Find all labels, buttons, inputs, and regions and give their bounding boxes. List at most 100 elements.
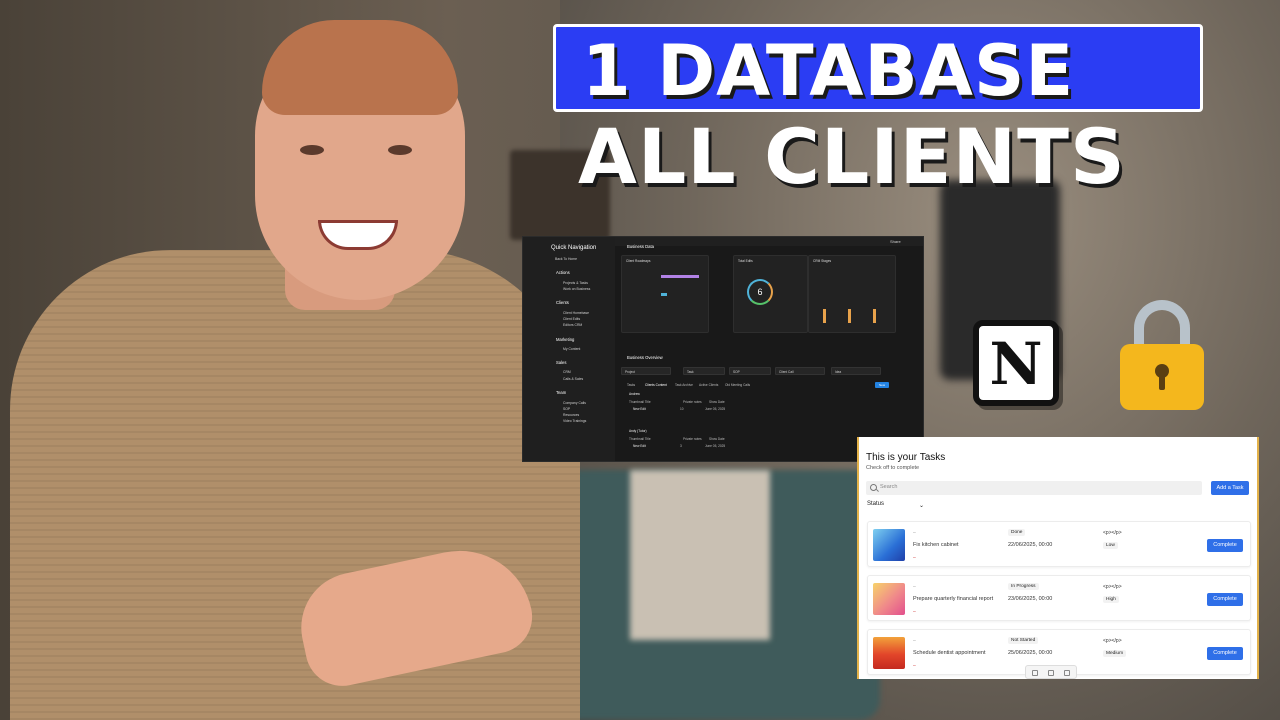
- task-dash-2: –: [913, 609, 916, 615]
- roadmap-bar-2: [661, 293, 667, 296]
- nav-item-calls-sales[interactable]: Calls & Sales: [563, 377, 583, 381]
- nav-item-work-business[interactable]: Work on Business: [563, 287, 590, 291]
- crm-bar-3: [873, 309, 876, 323]
- tasks-panel: This is your Tasks Check off to complete…: [857, 437, 1259, 679]
- total-edits-title: Total Edits: [738, 259, 753, 263]
- search-input[interactable]: Search: [866, 481, 1202, 495]
- share-button[interactable]: Share: [890, 239, 901, 244]
- task-date: 23/06/2025, 00:00: [1008, 596, 1053, 602]
- nav-item-client-edits[interactable]: Client Edits: [563, 317, 580, 321]
- row-count-2: 3: [680, 444, 682, 448]
- nav-item-company-calls[interactable]: Company Calls: [563, 401, 586, 405]
- task-date: 22/06/2025, 00:00: [1008, 542, 1053, 548]
- lock-keyhole-slot: [1159, 374, 1165, 390]
- notion-logo-letter: N: [989, 330, 1043, 398]
- search-icon: [870, 484, 877, 491]
- nav-item-editors-crm[interactable]: Editors CRM: [563, 323, 582, 327]
- nav-item-sop[interactable]: SOP: [563, 407, 570, 411]
- task-thumbnail: [873, 637, 905, 669]
- task-dash-2: –: [913, 663, 916, 669]
- crm-stages-title: CRM Stages: [813, 259, 832, 263]
- quick-sop-button[interactable]: SOP: [729, 367, 771, 375]
- view-tab-clients-content[interactable]: Clients Content: [645, 383, 667, 387]
- task-dash-2: –: [913, 555, 916, 561]
- back-home-link[interactable]: Back To Home: [555, 257, 577, 261]
- task-status-badge: Not Started: [1008, 637, 1039, 644]
- task-card[interactable]: – Fix kitchen cabinet – Done 22/06/2025,…: [867, 521, 1251, 567]
- complete-button[interactable]: Complete: [1207, 593, 1243, 606]
- total-edits-ring: 6: [747, 279, 773, 305]
- presenter-eye-right: [388, 145, 412, 155]
- status-filter-label: Status: [867, 501, 885, 507]
- view-tab-tasks[interactable]: Tasks: [627, 383, 635, 387]
- nav-section-clients: Clients: [556, 300, 569, 305]
- view-tab-task-archive[interactable]: Task Archive: [675, 383, 693, 387]
- task-name: Fix kitchen cabinet: [913, 542, 959, 548]
- chevron-down-icon: ⌄: [919, 503, 925, 509]
- client-roadmaps-title: Client Roadmaps: [626, 259, 651, 263]
- tasks-subtitle: Check off to complete: [866, 465, 920, 471]
- add-task-button[interactable]: Add a Task: [1211, 481, 1249, 495]
- background-frame: [630, 470, 770, 640]
- task-date: 25/06/2025, 00:00: [1008, 650, 1053, 656]
- desktop-view-icon[interactable]: [1032, 670, 1038, 676]
- task-priority-badge: High: [1103, 596, 1119, 603]
- task-dash: –: [913, 530, 916, 536]
- status-filter-select[interactable]: Status ⌄: [867, 501, 927, 514]
- nav-section-sales: Sales: [556, 360, 567, 365]
- presenter-hair: [262, 20, 458, 115]
- task-thumbnail: [873, 529, 905, 561]
- quick-project-button[interactable]: Project: [621, 367, 671, 375]
- group-andy[interactable]: Andy (Tutor): [629, 429, 647, 433]
- row-new-edit-2[interactable]: New Edit: [633, 444, 646, 448]
- task-name: Schedule dentist appointment: [913, 650, 986, 656]
- col-private-notes-2: Private notes: [683, 437, 702, 441]
- quick-task-button[interactable]: Task: [683, 367, 725, 375]
- row-date-2: June 05, 2025: [705, 444, 726, 448]
- task-name: Prepare quarterly financial report: [913, 596, 994, 602]
- complete-button[interactable]: Complete: [1207, 539, 1243, 552]
- device-view-switcher[interactable]: [1025, 665, 1077, 679]
- task-status-badge: Done: [1008, 529, 1026, 536]
- nav-section-marketing: Marketing: [556, 337, 575, 342]
- nav-item-resources[interactable]: Resources: [563, 413, 579, 417]
- col-show-date-2: Show Date: [709, 437, 725, 441]
- crm-stages-panel: CRM Stages: [808, 255, 896, 333]
- task-dash: –: [913, 638, 916, 644]
- group-andrew[interactable]: Andrew: [629, 392, 640, 396]
- business-data-heading: Business Data: [627, 244, 654, 249]
- tasks-title: This is your Tasks: [866, 452, 946, 463]
- col-show-date: Show Date: [709, 400, 725, 404]
- view-tab-old-meeting[interactable]: Old Meeting Calls: [725, 383, 750, 387]
- tablet-view-icon[interactable]: [1048, 670, 1054, 676]
- quick-idea-button[interactable]: Idea: [831, 367, 881, 375]
- task-notes: <p></p>: [1103, 638, 1122, 644]
- nav-item-my-content[interactable]: My Content: [563, 347, 580, 351]
- nav-section-team: Team: [556, 390, 567, 395]
- quick-client-call-button[interactable]: Client Call: [775, 367, 825, 375]
- title-line-1: 1 DATABASE: [582, 30, 1075, 112]
- col-thumbnail: Thumbnail Title: [629, 400, 651, 404]
- crm-bar-1: [823, 309, 826, 323]
- quick-navigation-title: Quick Navigation: [551, 245, 597, 251]
- total-edits-value: 6: [757, 287, 763, 297]
- new-entry-button[interactable]: New: [875, 382, 889, 388]
- row-date-1: June 05, 2025: [705, 407, 726, 411]
- complete-button[interactable]: Complete: [1207, 647, 1243, 660]
- task-dash: –: [913, 584, 916, 590]
- row-new-edit-1[interactable]: New Edit: [633, 407, 646, 411]
- lock-icon: [1120, 300, 1204, 412]
- mobile-view-icon[interactable]: [1064, 670, 1070, 676]
- task-card[interactable]: – Prepare quarterly financial report – I…: [867, 575, 1251, 621]
- view-tab-active-clients[interactable]: Active Clients: [699, 383, 718, 387]
- task-thumbnail: [873, 583, 905, 615]
- task-notes: <p></p>: [1103, 584, 1122, 590]
- nav-item-client-homebase[interactable]: Client Homebase: [563, 311, 589, 315]
- nav-section-actions: Actions: [556, 270, 570, 275]
- notion-logo-icon: N: [973, 320, 1059, 406]
- search-placeholder: Search: [880, 484, 898, 490]
- nav-item-projects[interactable]: Projects & Tasks: [563, 281, 588, 285]
- col-thumbnail-2: Thumbnail Title: [629, 437, 651, 441]
- nav-item-crm[interactable]: CRM: [563, 370, 571, 374]
- nav-item-video-trainings[interactable]: Video Trainings: [563, 419, 586, 423]
